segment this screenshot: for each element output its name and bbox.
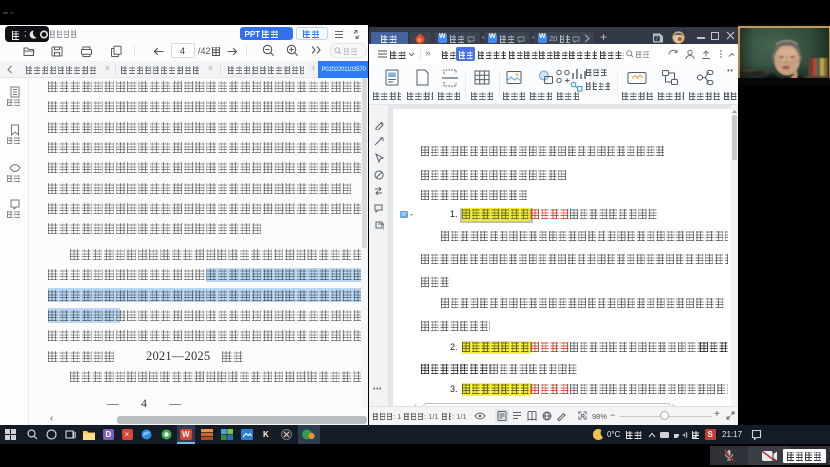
svg-text:7: 7	[655, 36, 658, 42]
